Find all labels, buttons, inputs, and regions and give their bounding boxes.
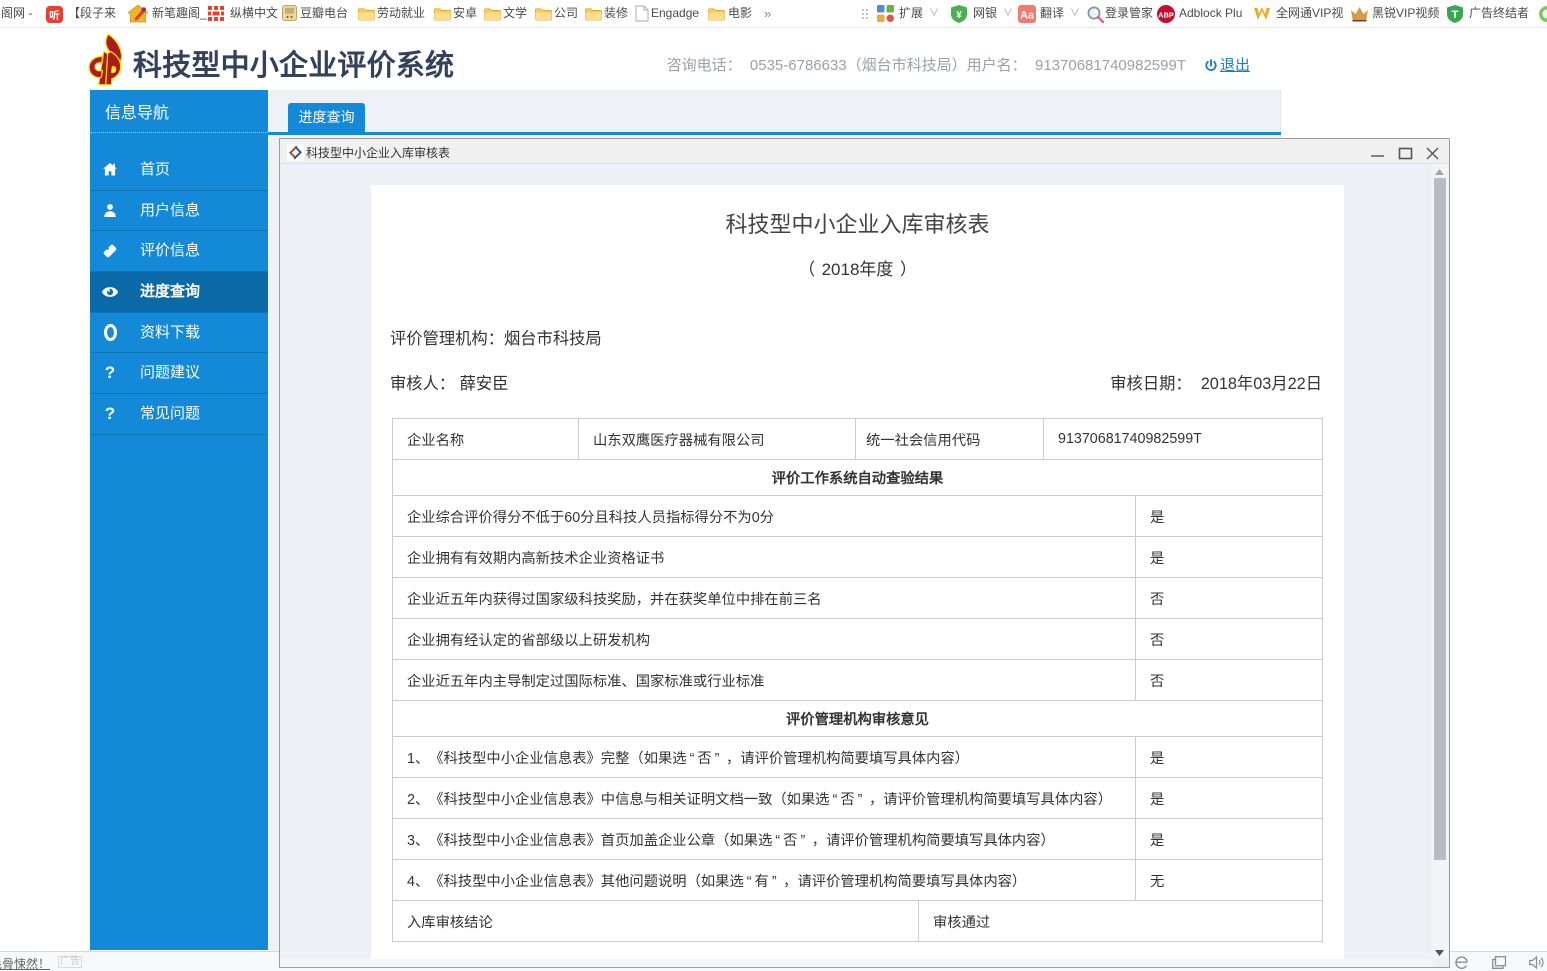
svg-text:Aa: Aa (1020, 10, 1035, 22)
svg-text:¥: ¥ (956, 10, 962, 21)
svg-text:T: T (1452, 9, 1459, 21)
svg-text:ABP: ABP (1158, 11, 1174, 20)
svg-text:听: 听 (49, 9, 60, 22)
